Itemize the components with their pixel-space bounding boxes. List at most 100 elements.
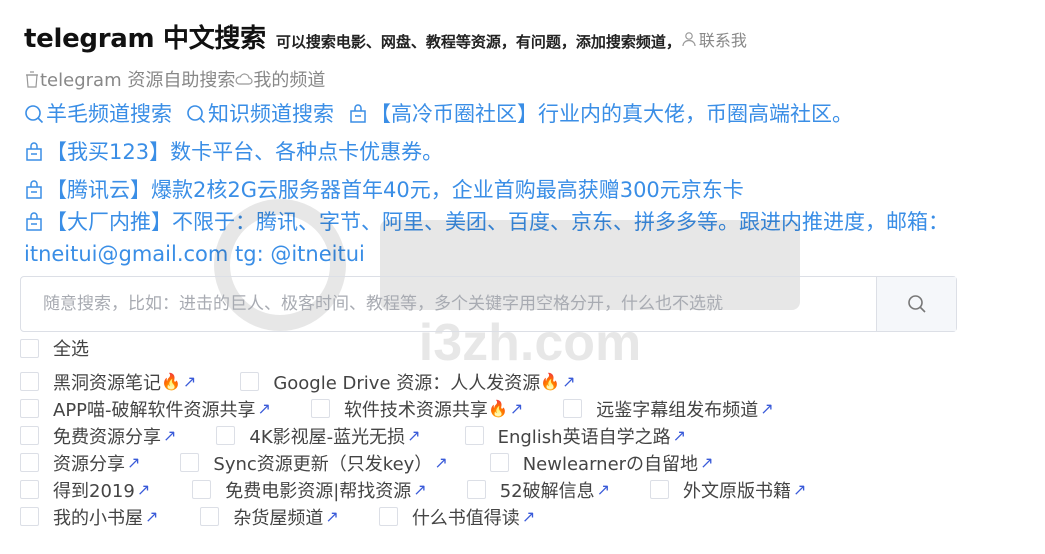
external-link-icon[interactable]: ↗ (407, 426, 420, 445)
channel-checkbox[interactable]: 我的小书屋 ↗ (20, 504, 158, 530)
search-button[interactable] (876, 277, 956, 331)
channel-label: 免费资源分享 (53, 426, 161, 448)
channel-label: Google Drive 资源：人人发资源 (273, 372, 541, 394)
selfhelp-link[interactable]: telegram 资源自助搜索 (24, 66, 235, 92)
channel-label: English英语自学之路 (497, 426, 671, 448)
external-link-icon[interactable]: ↗ (434, 453, 447, 472)
checkbox-box[interactable] (192, 480, 212, 499)
channel-row: 得到2019 ↗ 免费电影资源|帮找资源 ↗ 52破解信息 ↗ 外文原版书籍 ↗ (20, 476, 1020, 503)
checkbox-box[interactable] (20, 399, 39, 418)
channel-label: 资源分享 (53, 453, 125, 475)
card-platform-label: 【我买123】数卡平台、各种点卡优惠券。 (46, 140, 444, 164)
channel-checkbox[interactable]: Newlearnerの自留地 ↗ (489, 450, 713, 476)
checkbox-box[interactable] (20, 480, 39, 499)
checkbox-box[interactable] (20, 507, 39, 526)
external-link-icon[interactable]: ↗ (183, 372, 196, 391)
external-link-icon[interactable]: ↗ (522, 507, 535, 526)
contact-label: 联系我 (698, 31, 747, 50)
external-link-icon[interactable]: ↗ (163, 426, 176, 445)
channel-checkbox[interactable]: 杂货屋频道 ↗ (200, 504, 339, 530)
external-link-icon[interactable]: ↗ (258, 399, 271, 418)
mychannel-label: 我的频道 (253, 70, 326, 91)
cloud-icon (235, 73, 253, 85)
promo-links: 羊毛频道搜索 知识频道搜索 【高冷币圈社区】行业内的真大佬，币圈高端社区。 【我… (24, 98, 1024, 270)
wool-search-link[interactable]: 羊毛频道搜索 (24, 98, 172, 130)
crypto-community-link[interactable]: 【高冷币圈社区】行业内的真大佬，币圈高端社区。 (348, 98, 853, 130)
checkbox-box[interactable] (240, 372, 260, 391)
external-link-icon[interactable]: ↗ (597, 480, 610, 499)
channel-checkbox[interactable]: 资源分享 ↗ (20, 450, 140, 476)
channel-label: 我的小书屋 (53, 507, 143, 529)
checkbox-box[interactable] (180, 453, 200, 472)
checkbox-box[interactable] (378, 507, 398, 526)
channel-checkbox[interactable]: 软件技术资源共享 🔥 ↗ (310, 396, 523, 422)
external-link-icon[interactable]: ↗ (700, 453, 713, 472)
channel-label: 黑洞资源笔记 (53, 372, 161, 394)
channel-checkbox[interactable]: 免费资源分享 ↗ (20, 423, 176, 449)
fire-icon: 🔥 (161, 372, 181, 391)
referral-link[interactable]: 【大厂内推】不限于：腾讯、字节、阿里、美团、百度、京东、拼多多等。跟进内推进度，… (24, 206, 964, 270)
channel-checkbox[interactable]: English英语自学之路 ↗ (464, 423, 686, 449)
checkbox-box[interactable] (489, 453, 509, 472)
external-link-icon[interactable]: ↗ (325, 507, 338, 526)
tencent-cloud-label: 【腾讯云】爆款2核2G云服务器首年40元，企业首购最高获赠300元京东卡 (46, 178, 744, 202)
external-link-icon[interactable]: ↗ (562, 372, 575, 391)
channel-label: 免费电影资源|帮找资源 (225, 480, 412, 502)
channel-checkbox[interactable]: 4K影视屋-蓝光无损 ↗ (216, 423, 421, 449)
mychannel-link[interactable]: 我的频道 (235, 66, 325, 92)
checkbox-box[interactable] (20, 338, 39, 358)
channel-checkbox[interactable]: APP喵-破解软件资源共享 ↗ (20, 396, 271, 422)
channel-checkbox[interactable]: 外文原版书籍 ↗ (650, 477, 806, 503)
card-platform-link[interactable]: 【我买123】数卡平台、各种点卡优惠券。 (24, 136, 443, 168)
external-link-icon[interactable]: ↗ (793, 480, 806, 499)
page-subtitle: 可以搜索电影、网盘、教程等资源，有问题，添加搜索频道， (275, 33, 681, 51)
channel-checkbox[interactable]: 黑洞资源笔记 🔥 ↗ (20, 369, 196, 395)
channel-checkbox[interactable]: 什么书值得读 ↗ (378, 504, 535, 530)
selfhelp-label: telegram 资源自助搜索 (40, 70, 236, 91)
channel-checkbox[interactable]: 免费电影资源|帮找资源 ↗ (192, 477, 427, 503)
channel-label: 什么书值得读 (411, 507, 520, 529)
select-all-label: 全选 (53, 339, 89, 360)
referral-label: 【大厂内推】不限于：腾讯、字节、阿里、美团、百度、京东、拼多多等。跟进内推进度，… (24, 210, 949, 266)
external-link-icon[interactable]: ↗ (127, 453, 140, 472)
channel-label: Sync资源更新（只发key） (213, 453, 433, 475)
shopping-bag-icon (26, 180, 42, 199)
external-link-icon[interactable]: ↗ (760, 399, 773, 418)
channel-checkbox[interactable]: Google Drive 资源：人人发资源 🔥 ↗ (240, 369, 576, 395)
checkbox-box[interactable] (563, 399, 583, 418)
checkbox-box[interactable] (466, 480, 486, 499)
knowledge-search-link[interactable]: 知识频道搜索 (186, 98, 334, 130)
channel-checkbox[interactable]: 远鉴字幕组发布频道 ↗ (563, 396, 774, 422)
crypto-community-label: 【高冷币圈社区】行业内的真大佬，币圈高端社区。 (370, 102, 853, 126)
checkbox-box[interactable] (20, 372, 39, 391)
shopping-bag-icon (26, 142, 42, 161)
checkbox-box[interactable] (464, 426, 484, 445)
checkbox-box[interactable] (20, 453, 39, 472)
checkbox-box[interactable] (216, 426, 236, 445)
channel-row: 黑洞资源笔记 🔥 ↗ Google Drive 资源：人人发资源 🔥 ↗ (20, 368, 1020, 395)
external-link-icon[interactable]: ↗ (413, 480, 426, 499)
select-all-checkbox[interactable]: 全选 (20, 335, 89, 361)
checkbox-box[interactable] (200, 507, 220, 526)
wool-search-label: 羊毛频道搜索 (46, 102, 172, 126)
contact-link[interactable]: 联系我 (681, 27, 747, 51)
channel-checkbox[interactable]: 得到2019 ↗ (20, 477, 150, 503)
channel-label: 杂货屋频道 (233, 507, 324, 529)
checkbox-box[interactable] (20, 426, 39, 445)
channel-checklist: 全选 黑洞资源笔记 🔥 ↗ Google Drive 资源：人人发资源 🔥 ↗ APP喵-破… (20, 334, 1020, 530)
external-link-icon[interactable]: ↗ (145, 507, 158, 526)
external-link-icon[interactable]: ↗ (673, 426, 686, 445)
channel-checkbox[interactable]: Sync资源更新（只发key） ↗ (180, 450, 448, 476)
external-link-icon[interactable]: ↗ (137, 480, 150, 499)
search-input[interactable] (21, 277, 876, 331)
user-icon (682, 32, 696, 47)
tencent-cloud-link[interactable]: 【腾讯云】爆款2核2G云服务器首年40元，企业首购最高获赠300元京东卡 (24, 174, 744, 206)
channel-label: 4K影视屋-蓝光无损 (249, 426, 406, 448)
checkbox-box[interactable] (310, 399, 330, 418)
checkbox-box[interactable] (650, 480, 670, 499)
sub-navigation: telegram 资源自助搜索 我的频道 (24, 66, 1024, 92)
search-icon (25, 105, 44, 124)
shopping-bag-icon (350, 104, 366, 123)
external-link-icon[interactable]: ↗ (510, 399, 523, 418)
channel-checkbox[interactable]: 52破解信息 ↗ (466, 477, 610, 503)
